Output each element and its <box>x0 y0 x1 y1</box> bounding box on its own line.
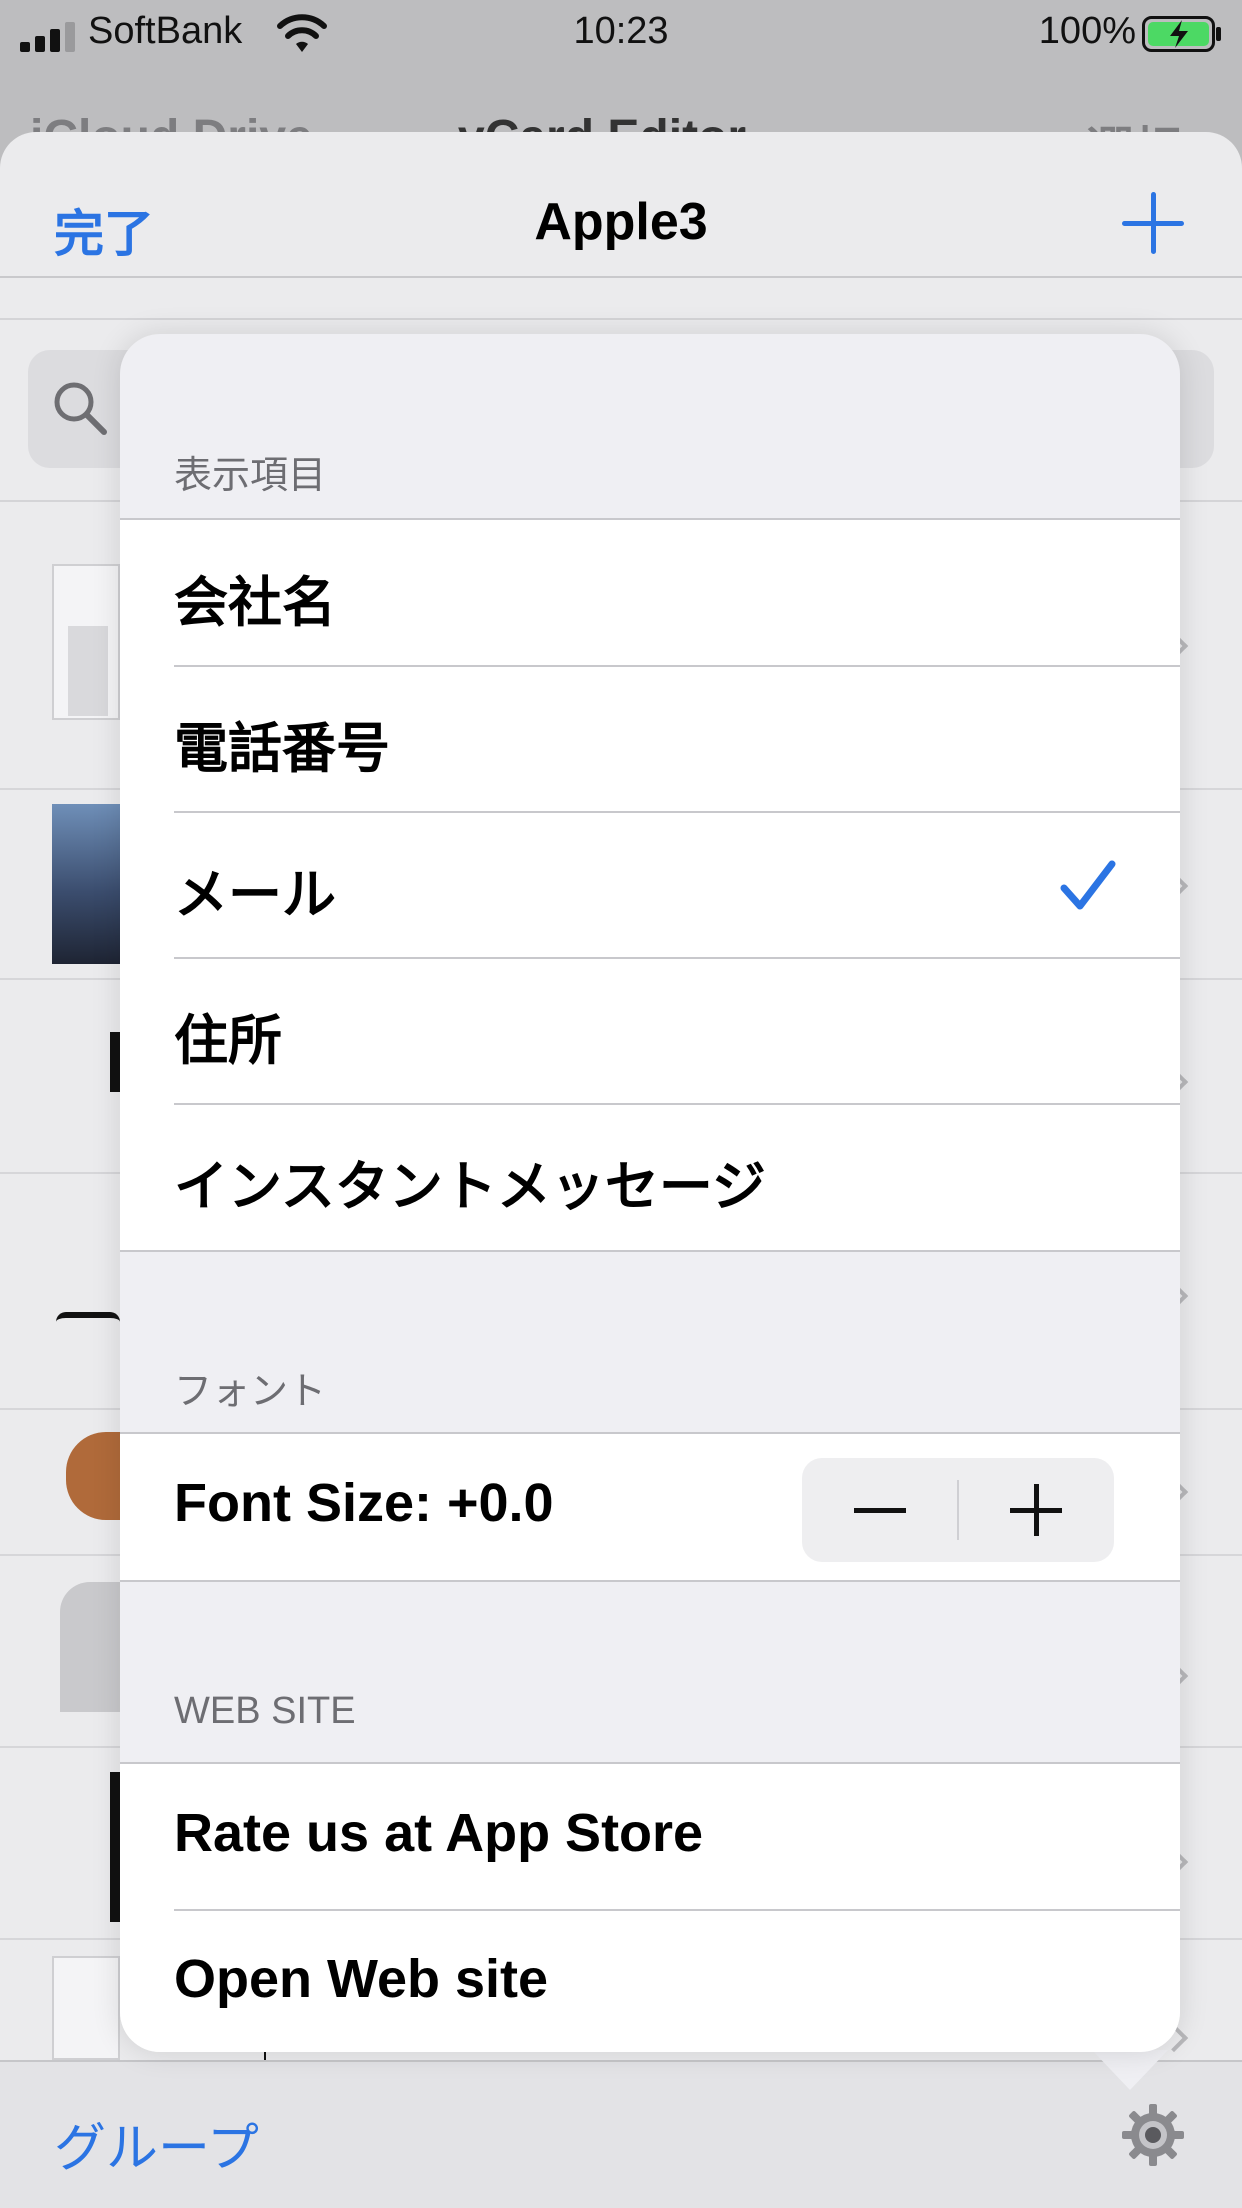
plus-icon <box>1034 1484 1039 1536</box>
font-size-cell: Font Size: +0.0 <box>120 1434 1180 1580</box>
gear-icon[interactable] <box>1120 2102 1186 2168</box>
groups-button[interactable]: グループ <box>54 2106 259 2181</box>
bottom-toolbar: グループ <box>0 2060 1242 2208</box>
cell-label: Rate us at App Store <box>174 1803 704 1863</box>
checkmark-icon <box>1060 860 1116 910</box>
contact-thumbnail-drawing <box>110 1772 120 1922</box>
battery-percentage: 100% <box>1038 10 1136 52</box>
contact-thumbnail-company <box>52 1956 120 2060</box>
contact-thumbnail-company <box>52 564 120 720</box>
cell-label: 会社名 <box>174 573 336 633</box>
popover-arrow <box>1092 2050 1168 2090</box>
section-header-display-items: 表示項目 <box>174 455 327 497</box>
add-contact-button[interactable] <box>1122 192 1184 254</box>
battery-charging-icon <box>1142 16 1221 52</box>
rate-app-store-button[interactable]: Rate us at App Store <box>120 1764 1180 1910</box>
font-size-stepper <box>802 1458 1114 1562</box>
sheet-title: Apple3 <box>534 193 708 251</box>
sheet-header: 完了 Apple3 <box>0 132 1242 278</box>
settings-popover: 表示項目 会社名 電話番号 メール 住所 インスタントメッセージ フォント Fo… <box>120 334 1180 2052</box>
section-header-font: フォント <box>174 1371 327 1413</box>
cell-label: メール <box>174 865 336 925</box>
contact-thumbnail-drawing <box>56 1312 120 1332</box>
open-website-button[interactable]: Open Web site <box>120 1909 1180 2052</box>
cell-label: Open Web site <box>174 1949 549 2009</box>
minus-icon <box>854 1508 906 1513</box>
display-item-company[interactable]: 会社名 <box>120 520 1180 666</box>
display-item-email[interactable]: メール <box>120 811 1180 958</box>
cell-label: 電話番号 <box>174 719 390 779</box>
website-group: Rate us at App Store Open Web site <box>120 1762 1180 2052</box>
font-group: Font Size: +0.0 <box>120 1432 1180 1582</box>
display-items-group: 会社名 電話番号 メール 住所 インスタントメッセージ <box>120 518 1180 1252</box>
status-bar: SoftBank 10:23 100% <box>0 0 1242 66</box>
contact-thumbnail-photo <box>66 1432 120 1520</box>
cell-label: インスタントメッセージ <box>174 1157 766 1217</box>
contact-thumbnail-photo <box>52 804 120 964</box>
contact-thumbnail-silhouette <box>60 1582 120 1712</box>
increase-font-button[interactable] <box>958 1458 1114 1562</box>
contact-thumbnail-drawing <box>110 1032 120 1092</box>
section-header-website: WEB SITE <box>174 1690 356 1732</box>
display-item-instant-message[interactable]: インスタントメッセージ <box>120 1103 1180 1250</box>
background-navigation-bar: iCloud Drive vCard Editor 選択 <box>0 66 1242 177</box>
display-item-address[interactable]: 住所 <box>120 957 1180 1104</box>
divider <box>0 318 1242 320</box>
decrease-font-button[interactable] <box>802 1458 958 1562</box>
cell-label: 住所 <box>174 1011 282 1071</box>
font-size-label: Font Size: +0.0 <box>174 1473 554 1533</box>
search-icon <box>54 382 107 435</box>
display-item-phone[interactable]: 電話番号 <box>120 665 1180 812</box>
